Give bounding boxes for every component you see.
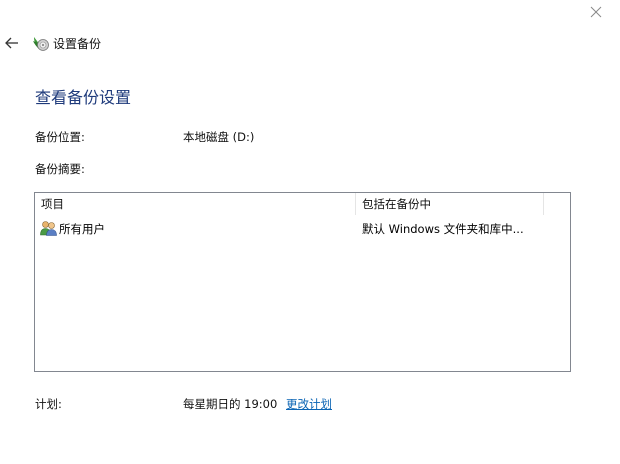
column-header-included-label: 包括在备份中 [362, 197, 431, 211]
back-button[interactable] [2, 30, 22, 56]
users-icon [40, 221, 57, 236]
close-icon [590, 6, 602, 18]
close-button[interactable] [582, 0, 610, 24]
item-name: 所有用户 [59, 222, 105, 236]
item-included: 默认 Windows 文件夹和库中... [362, 222, 524, 236]
backup-summary-list[interactable]: 项目 包括在备份中 所有用户 默认 Windows 文件夹和库中... [34, 192, 571, 372]
window-title: 设置备份 [53, 37, 102, 51]
schedule-value: 每星期日的 19:00 [183, 397, 278, 411]
list-item[interactable]: 所有用户 默认 Windows 文件夹和库中... [35, 218, 570, 238]
schedule-label: 计划: [35, 397, 62, 411]
back-arrow-icon [5, 37, 18, 49]
backup-app-icon [33, 37, 49, 51]
column-header-included[interactable]: 包括在备份中 [356, 193, 544, 215]
backup-summary-label: 备份摘要: [35, 162, 85, 176]
title-bar: 设置备份 [0, 30, 400, 56]
column-header-item[interactable]: 项目 [35, 193, 356, 215]
change-schedule-link[interactable]: 更改计划 [286, 396, 332, 412]
column-header-item-label: 项目 [41, 197, 64, 211]
backup-location-value: 本地磁盘 (D:) [183, 130, 255, 144]
backup-settings-window: 设置备份 查看备份设置 备份位置: 本地磁盘 (D:) 备份摘要: 项目 包括在… [0, 0, 620, 464]
backup-location-label: 备份位置: [35, 130, 85, 144]
page-title: 查看备份设置 [35, 88, 132, 107]
